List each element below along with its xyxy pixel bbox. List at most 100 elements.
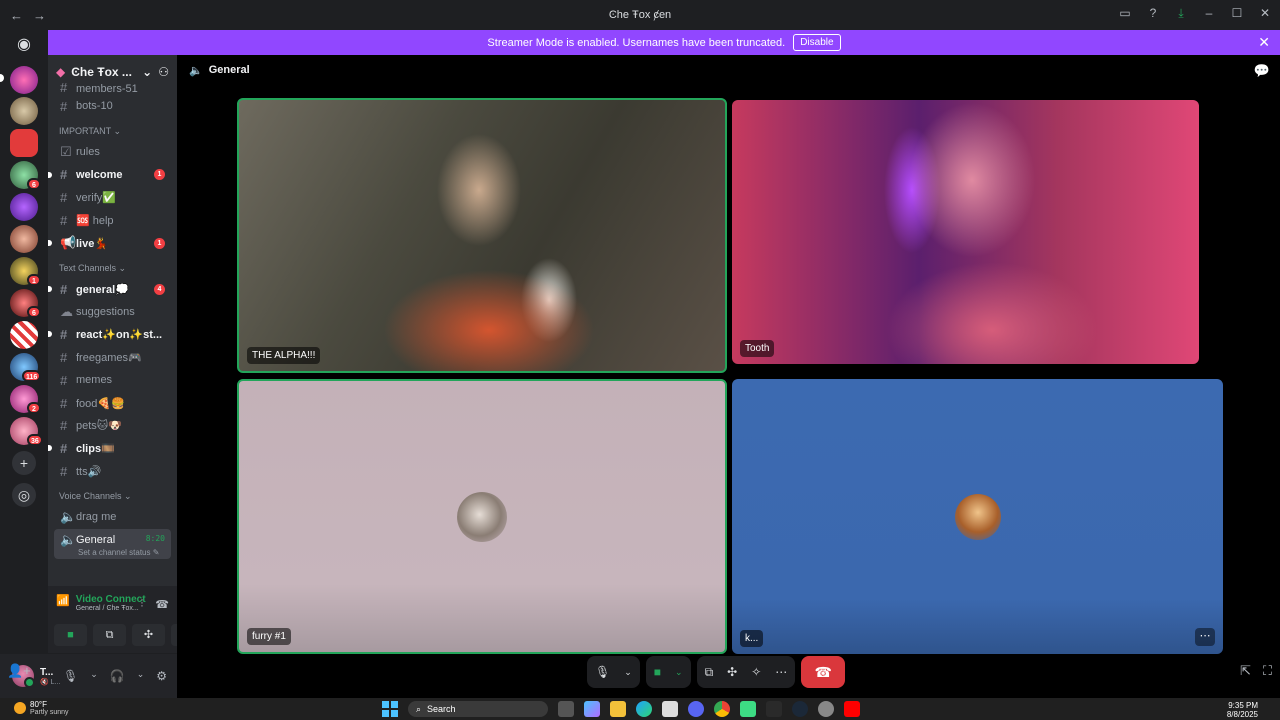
close-window-icon[interactable]: ✕ — [1258, 6, 1272, 21]
steam-icon[interactable] — [792, 701, 808, 717]
invite-icon[interactable]: ⚇ — [158, 65, 169, 79]
back-arrow-icon[interactable]: ← — [10, 8, 23, 23]
store-icon[interactable] — [662, 701, 678, 717]
server-icon[interactable] — [10, 129, 38, 157]
server-icon[interactable] — [10, 321, 38, 349]
hang-up-button[interactable]: ☎ — [801, 656, 846, 688]
task-view-icon[interactable] — [558, 701, 574, 717]
discord-home-icon[interactable]: ◉ — [12, 34, 36, 54]
screen-share-icon[interactable]: ⧉ — [705, 665, 714, 680]
participant-name: k... — [740, 630, 764, 647]
more-options-icon[interactable]: ⋯ — [775, 665, 787, 679]
taskbar-clock[interactable]: 9:35 PM 8/8/2025 — [1227, 701, 1258, 719]
voice-channel-drag-me[interactable]: 🔈 drag me — [48, 506, 177, 529]
server-icon[interactable] — [10, 66, 38, 94]
channel-freegames[interactable]: # freegames🎮 — [48, 346, 177, 369]
set-channel-status[interactable]: Set a channel status ✎ — [60, 548, 159, 557]
channel-pets[interactable]: # pets🐱🐶 — [48, 415, 177, 438]
channel-general[interactable]: # general💭 4 — [48, 278, 177, 301]
minimize-icon[interactable]: – — [1202, 6, 1216, 21]
camera-icon[interactable]: ■ — [654, 665, 661, 679]
activities-icon[interactable]: ✣ — [727, 665, 737, 679]
voice-connected-channel[interactable]: General / Ͼhe Ŧox... — [76, 605, 146, 612]
channel-bots[interactable]: # bots-10 — [48, 95, 177, 118]
hash-icon: # — [60, 213, 68, 229]
channel-food[interactable]: # food🍕🍔 — [48, 392, 177, 415]
taskbar-search[interactable]: ⌕ Search — [408, 701, 548, 717]
server-icon[interactable] — [10, 97, 38, 125]
channel-react[interactable]: # react✨on✨st... — [48, 323, 177, 346]
server-icon[interactable] — [10, 225, 38, 253]
video-tile[interactable]: furry #1 — [237, 379, 727, 654]
channel-rules[interactable]: ☑ rules — [48, 141, 177, 164]
pop-out-icon[interactable]: ⇱ — [1240, 663, 1251, 679]
channel-label: 🆘 help — [76, 215, 114, 228]
edge-icon[interactable] — [636, 701, 652, 717]
disable-streamer-mode-button[interactable]: Disable — [793, 34, 841, 51]
more-options-icon[interactable]: ⋯ — [1195, 628, 1215, 646]
soundboard-icon[interactable]: ✧ — [751, 665, 761, 679]
chrome-icon[interactable] — [714, 701, 730, 717]
chevron-down-icon[interactable]: ⌄ — [624, 667, 632, 678]
maximize-icon[interactable]: ☐ — [1230, 6, 1244, 21]
download-icon[interactable]: ⤓ — [1174, 6, 1188, 21]
headphones-icon[interactable]: 🎧 — [110, 669, 125, 683]
mention-badge: 1 — [154, 237, 165, 249]
youtube-icon[interactable] — [844, 701, 860, 717]
server-icon[interactable] — [10, 193, 38, 221]
channel-help[interactable]: # 🆘 help — [48, 209, 177, 232]
video-tile[interactable]: Tooth — [732, 100, 1199, 364]
voice-channel-general[interactable]: 🔈 General 8:20 Set a channel status ✎ — [54, 528, 171, 559]
video-tile[interactable]: THE ALPHA!!! — [237, 98, 727, 373]
channel-clips[interactable]: # clips🎞️ — [48, 437, 177, 460]
close-banner-icon[interactable]: ✕ — [1258, 34, 1270, 51]
channel-welcome[interactable]: # welcome 1 — [48, 164, 177, 187]
file-explorer-icon[interactable] — [610, 701, 626, 717]
chat-icon[interactable]: 💬 — [1254, 63, 1270, 79]
user-info[interactable]: T... 🔇 L... — [40, 667, 64, 686]
forward-arrow-icon[interactable]: → — [33, 8, 46, 23]
category-voice-channels[interactable]: Voice Channels ⌄ — [48, 483, 177, 506]
channel-suggestions[interactable]: ☁ suggestions — [48, 301, 177, 324]
channel-label: food🍕🍔 — [76, 397, 125, 410]
camera-icon[interactable]: ■ — [54, 624, 87, 646]
video-tile[interactable]: k... ⋯ — [732, 379, 1223, 654]
channel-memes[interactable]: # memes — [48, 369, 177, 392]
noise-suppression-icon[interactable]: ⫶ — [141, 598, 144, 611]
windows-start-icon[interactable] — [382, 701, 398, 717]
speaker-icon: 🔈 — [189, 64, 203, 77]
channel-members[interactable]: # members-51 — [48, 83, 177, 95]
microphone-icon[interactable]: 🎙 — [63, 669, 78, 683]
add-server-icon[interactable]: + — [12, 451, 36, 475]
weather-widget[interactable]: 80°F Partly sunny — [14, 700, 69, 716]
gear-icon[interactable]: ⚙ — [156, 669, 167, 683]
obs-icon[interactable] — [818, 701, 834, 717]
channel-tts[interactable]: # tts🔊 — [48, 460, 177, 483]
channel-live[interactable]: 📢 live💃 1 — [48, 232, 177, 255]
activities-icon[interactable]: ✣ — [132, 624, 165, 646]
channel-verify[interactable]: # verify✅ — [48, 186, 177, 209]
channel-label: pets🐱🐶 — [76, 420, 122, 433]
chevron-down-icon[interactable]: ⌄ — [90, 669, 98, 683]
voice-connected-label[interactable]: Video Connect — [76, 594, 146, 605]
channel-label: members-51 — [76, 83, 138, 95]
category-important[interactable]: IMPORTANT ⌄ — [48, 118, 177, 141]
help-icon[interactable]: ? — [1146, 6, 1160, 21]
discover-icon[interactable]: ◎ — [12, 483, 36, 507]
epic-games-icon[interactable] — [766, 701, 782, 717]
server-name: Ͼhe Ŧox ... — [71, 64, 132, 79]
chevron-down-icon[interactable]: ⌄ — [137, 669, 145, 683]
android-app-icon[interactable] — [740, 701, 756, 717]
screen-share-icon[interactable]: ⧉ — [93, 624, 126, 646]
disconnect-icon[interactable]: ☎ — [155, 598, 169, 611]
add-people-icon[interactable]: 👤+ — [7, 663, 31, 679]
inbox-icon[interactable]: ▭ — [1118, 6, 1132, 21]
fullscreen-icon[interactable]: ⛶ — [1263, 663, 1272, 679]
copilot-icon[interactable] — [584, 701, 600, 717]
chevron-down-icon[interactable]: ⌄ — [675, 667, 683, 678]
banner-text: Streamer Mode is enabled. Usernames have… — [487, 36, 786, 49]
voice-connection-text: Video Connect General / Ͼhe Ŧox... — [76, 594, 146, 612]
microphone-icon[interactable]: 🎙 — [595, 665, 610, 679]
discord-taskbar-icon[interactable] — [688, 701, 704, 717]
category-text-channels[interactable]: Text Channels ⌄ — [48, 255, 177, 278]
